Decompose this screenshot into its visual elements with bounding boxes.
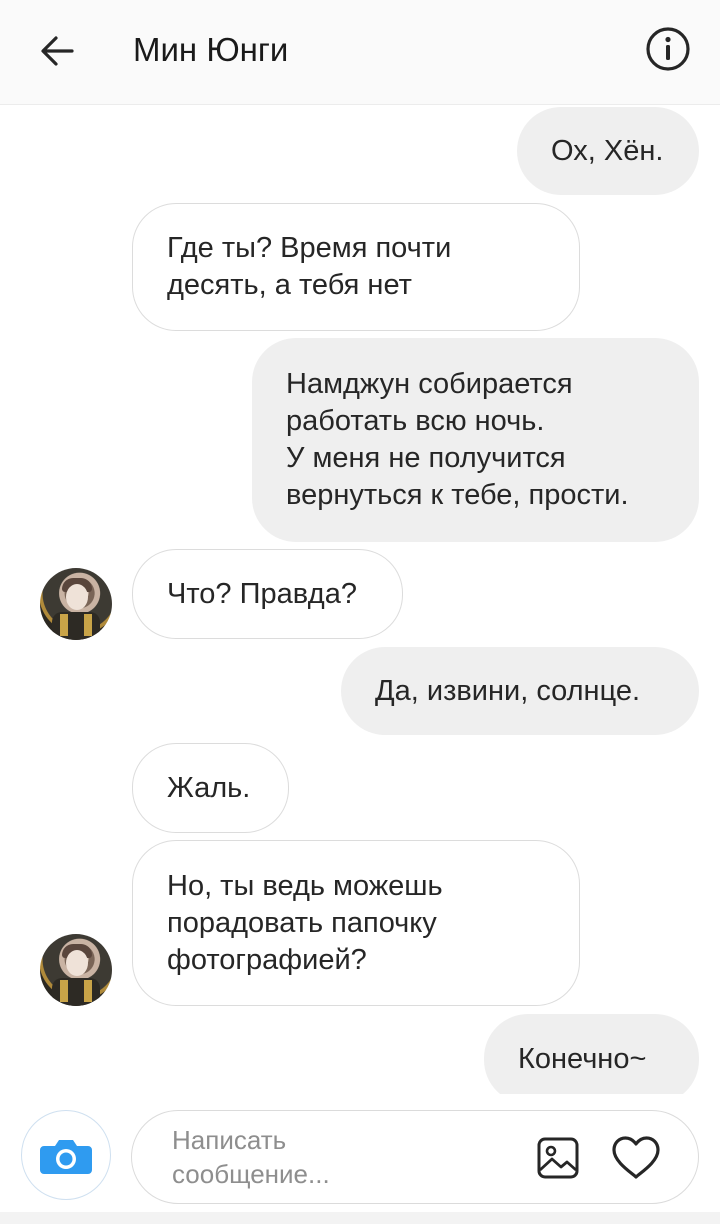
message-bubble-incoming[interactable]: Жаль. — [132, 743, 289, 833]
message-input[interactable]: Написать сообщение... — [131, 1110, 699, 1204]
message-bubble-outgoing[interactable]: Да, извини, солнце. — [341, 647, 699, 735]
message-bubble-outgoing[interactable]: Ох, Хён. — [517, 107, 699, 195]
message-bubble-outgoing[interactable]: Намджун собирается работать всю ночь. У … — [252, 338, 699, 542]
avatar[interactable] — [40, 568, 112, 640]
info-circle-icon — [646, 27, 690, 71]
chat-title[interactable]: Мин Юнги — [133, 27, 288, 73]
arrow-left-icon — [41, 36, 74, 66]
message-list[interactable]: Ох, Хён. Где ты? Время почти десять, а т… — [0, 104, 720, 1094]
info-button[interactable] — [644, 25, 692, 73]
chat-header: Мин Юнги — [0, 0, 720, 105]
back-button[interactable] — [34, 28, 80, 74]
avatar[interactable] — [40, 934, 112, 1006]
message-bubble-outgoing[interactable]: Конечно~ — [484, 1014, 699, 1094]
gallery-button[interactable] — [537, 1137, 579, 1179]
bottom-bar — [0, 1212, 720, 1224]
message-bubble-incoming[interactable]: Где ты? Время почти десять, а тебя нет — [132, 203, 580, 331]
camera-button[interactable] — [21, 1110, 111, 1200]
message-bubble-incoming[interactable]: Но, ты ведь можешь порадовать папочку фо… — [132, 840, 580, 1006]
message-input-placeholder[interactable]: Написать сообщение... — [172, 1123, 472, 1191]
heart-icon — [612, 1136, 660, 1179]
like-button[interactable] — [610, 1135, 662, 1181]
camera-icon — [40, 1140, 92, 1174]
message-bubble-incoming[interactable]: Что? Правда? — [132, 549, 403, 639]
gallery-icon — [537, 1137, 579, 1179]
